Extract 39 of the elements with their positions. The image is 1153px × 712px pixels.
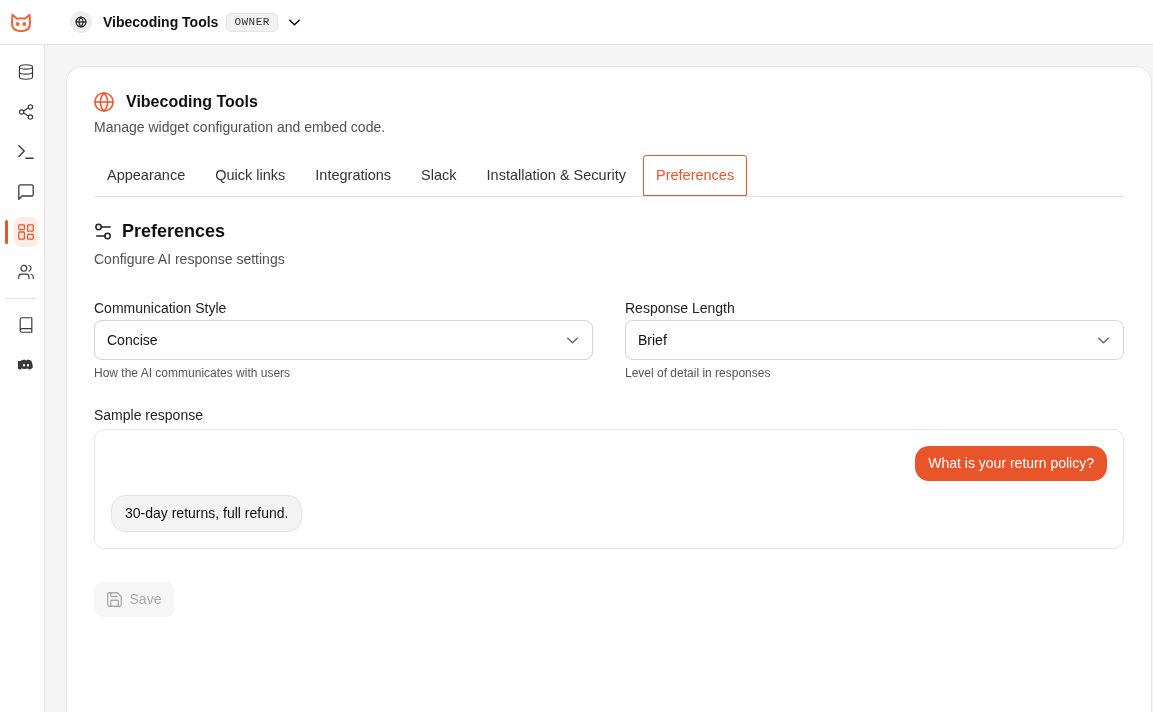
cat-logo-icon[interactable] (10, 12, 32, 32)
terminal-icon (18, 144, 34, 160)
active-indicator (5, 220, 8, 244)
page-title: Vibecoding Tools (126, 92, 258, 112)
tab[interactable]: Appearance (94, 155, 199, 196)
field-label: Response Length (625, 299, 735, 317)
help-text: Level of detail in responses (625, 365, 771, 381)
chevron-down-icon (567, 336, 578, 344)
sliders-icon (95, 222, 112, 240)
section-title: Preferences (122, 220, 226, 243)
role-badge: OWNER (226, 12, 278, 32)
users-icon (18, 264, 34, 280)
controller-icon (18, 357, 34, 373)
select-field[interactable]: Brief (625, 320, 1124, 360)
share-icon (18, 104, 34, 120)
tab[interactable]: Slack (408, 155, 470, 196)
tab[interactable]: Quick links (202, 155, 299, 196)
select-field[interactable]: Concise (94, 320, 593, 360)
page-subtitle: Manage widget configuration and embed code. (94, 118, 387, 136)
workspace-dropdown[interactable] (288, 18, 300, 26)
field-label: Sample response (94, 406, 203, 424)
book-icon (18, 317, 34, 333)
chevron-down-icon (288, 18, 300, 26)
tab[interactable]: Integrations (302, 155, 405, 196)
section-subtitle: Configure AI response settings (94, 250, 286, 269)
field-label: Communication Style (94, 299, 227, 317)
globe-icon (94, 92, 114, 112)
chevron-down-icon (1098, 336, 1109, 344)
save-icon (106, 592, 122, 607)
help-text: How the AI communicates with users (94, 365, 291, 381)
user-message: What is your return policy? (915, 446, 1107, 481)
assistant-message: 30-day returns, full refund. (111, 495, 303, 532)
chat-icon (18, 184, 34, 200)
database-icon (18, 64, 34, 80)
tab[interactable]: Preferences (643, 155, 748, 196)
workspace-name: Vibecoding Tools (103, 12, 219, 32)
grid-icon (18, 224, 34, 240)
globe-icon (70, 11, 92, 33)
tab[interactable]: Installation & Security (473, 155, 639, 196)
